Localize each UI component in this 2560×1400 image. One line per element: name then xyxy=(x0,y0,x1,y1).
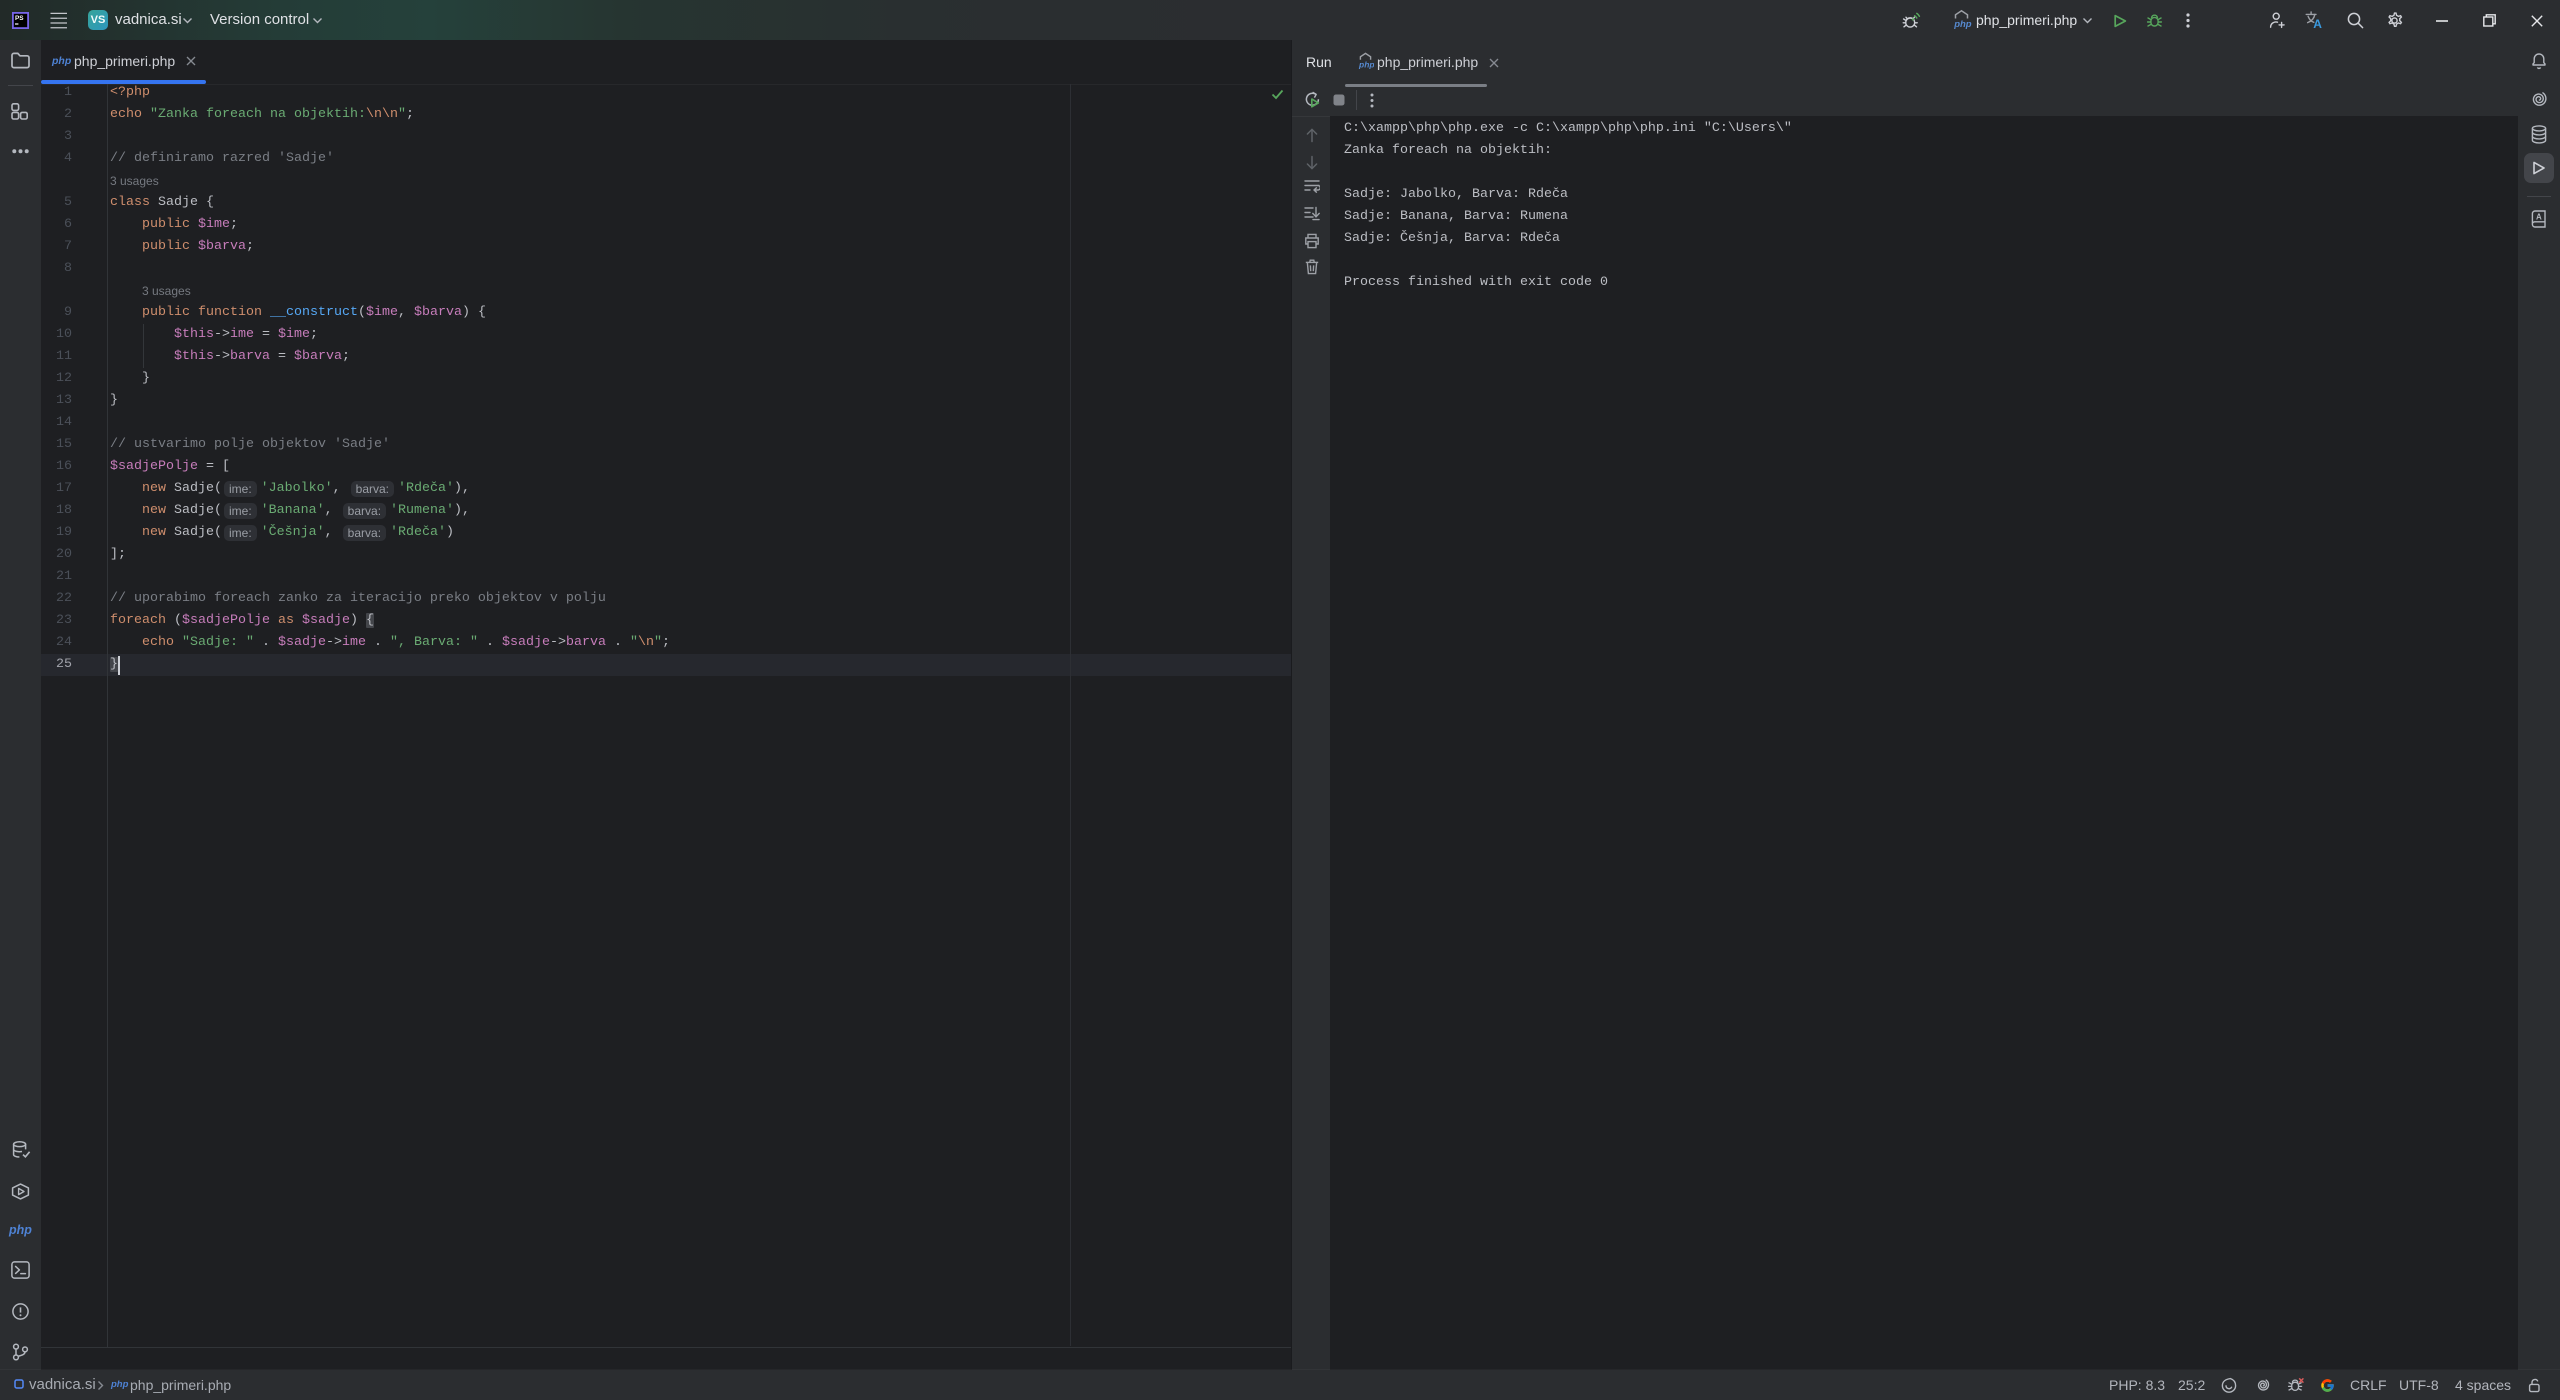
svg-text:A: A xyxy=(2536,213,2542,222)
svg-text:PS: PS xyxy=(15,15,24,22)
svg-text:php: php xyxy=(1953,19,1972,30)
svg-text:A: A xyxy=(2313,17,2322,30)
svg-text:php: php xyxy=(1358,60,1374,70)
